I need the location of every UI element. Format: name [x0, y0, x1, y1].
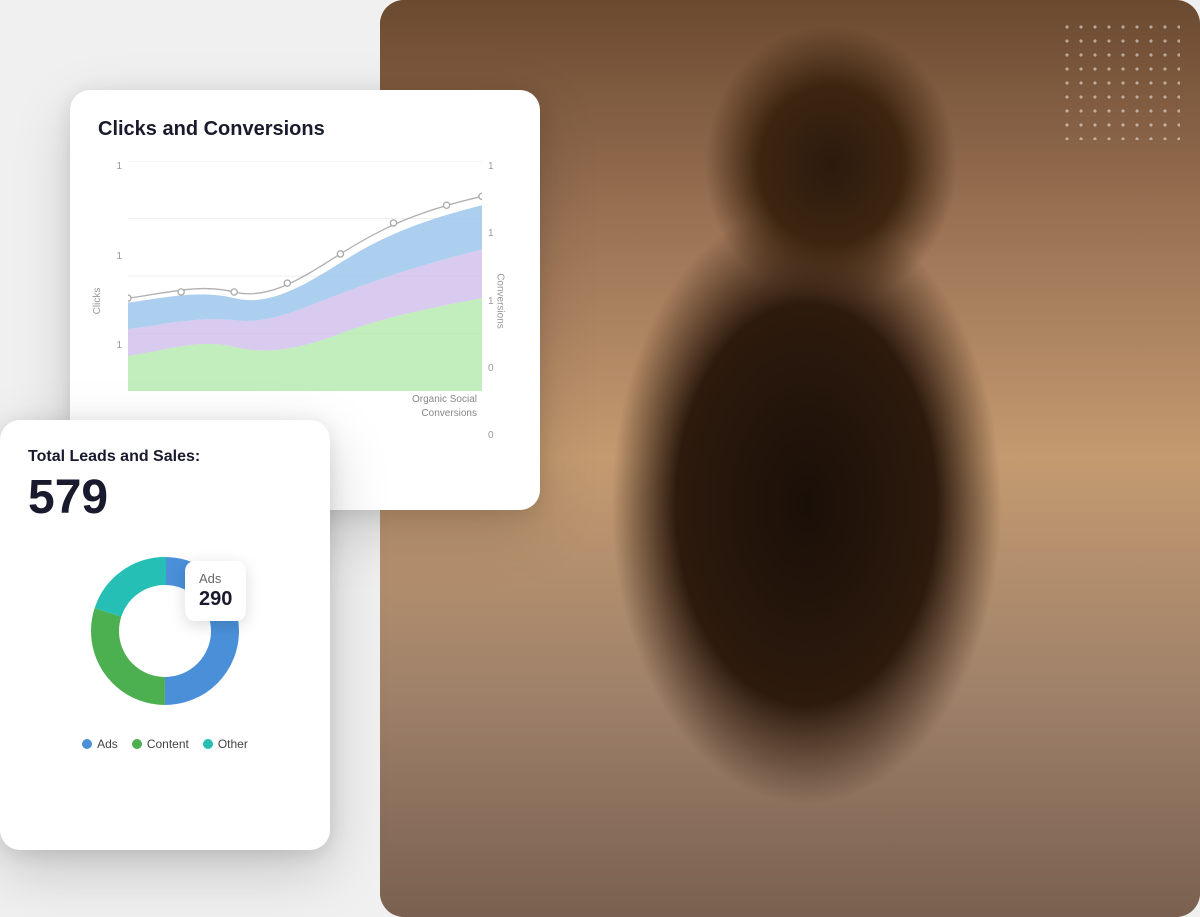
- leads-card-title: Total Leads and Sales:: [28, 448, 302, 466]
- y-axis-right: 1 1 1 0 0 Conversions: [482, 161, 512, 441]
- legend-label-other: Other: [218, 737, 248, 751]
- leads-total-number: 579: [28, 472, 302, 525]
- donut-tooltip: Ads 290: [185, 561, 246, 621]
- legend-item-content: Content: [132, 737, 189, 751]
- tooltip-label: Ads: [199, 571, 232, 586]
- chart-legend: Ads Content Other: [28, 737, 302, 751]
- donut-chart-container: Ads 290: [75, 541, 255, 721]
- legend-dot-other: [203, 739, 213, 749]
- area-chart: [128, 161, 482, 391]
- legend-label-ads: Ads: [97, 737, 118, 751]
- legend-item-ads: Ads: [82, 737, 118, 751]
- dot-pattern-decoration: [1060, 20, 1180, 140]
- legend-dot-ads: [82, 739, 92, 749]
- organic-social-label: Organic Social Conversions: [412, 393, 477, 421]
- clicks-card-title: Clicks and Conversions: [98, 118, 512, 141]
- tooltip-value: 290: [199, 588, 232, 611]
- legend-dot-content: [132, 739, 142, 749]
- scene: Clicks and Conversions 1 1 1 1 Clicks 1 …: [0, 0, 1200, 917]
- legend-label-content: Content: [147, 737, 189, 751]
- legend-item-other: Other: [203, 737, 248, 751]
- leads-sales-card: Total Leads and Sales: 579 Ads 290: [0, 420, 330, 850]
- y-axis-left: 1 1 1 1 Clicks: [98, 161, 128, 441]
